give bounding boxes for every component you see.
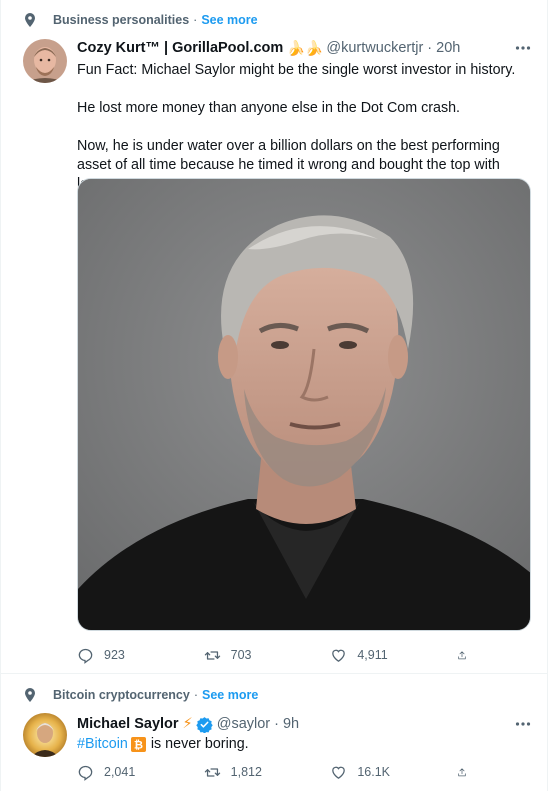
avatar[interactable] (23, 39, 67, 83)
reply-button[interactable]: 923 (77, 645, 187, 665)
see-more-link[interactable]: See more (201, 13, 257, 27)
lightning-icon: ⚡ (182, 716, 193, 732)
topic-name[interactable]: Bitcoin cryptocurrency (53, 688, 190, 702)
reply-count: 923 (104, 648, 125, 662)
topic-icon (25, 13, 35, 27)
author-name[interactable]: Cozy Kurt™ | GorillaPool.com (77, 40, 283, 56)
avatar[interactable] (23, 713, 67, 757)
svg-text:₿: ₿ (134, 739, 143, 752)
tweet-photo[interactable] (77, 178, 531, 631)
author-name[interactable]: Michael Saylor (77, 716, 179, 732)
like-button[interactable]: 4,911 (330, 645, 440, 665)
heart-icon (332, 766, 346, 779)
like-button[interactable]: 16.1K (330, 762, 440, 782)
tweet[interactable]: Business personalities · See more Cozy K… (1, 0, 547, 674)
like-count: 4,911 (357, 648, 388, 662)
topic-context: Business personalities · See more (25, 11, 258, 29)
separator: · (193, 688, 199, 702)
retweet-count: 703 (230, 648, 252, 662)
tweet-text: #Bitcoin ₿ is never boring. (77, 735, 531, 754)
topic-context: Bitcoin cryptocurrency · See more (25, 686, 258, 704)
tweet-text-rest: is never boring. (150, 736, 249, 752)
share-icon (458, 767, 466, 776)
reply-count: 2,041 (104, 765, 136, 779)
separator: · (427, 40, 433, 56)
tweet-actions: 923 703 4,911 (77, 645, 477, 665)
tweet-header: Michael Saylor ⚡ @saylor · 9h (77, 714, 533, 734)
more-options-icon[interactable] (513, 38, 533, 58)
tweet-time[interactable]: 9h (283, 716, 299, 732)
separator: · (193, 13, 198, 27)
retweet-button[interactable]: 703 (204, 645, 314, 665)
more-options-icon[interactable] (513, 714, 533, 734)
retweet-icon (204, 650, 220, 660)
verified-badge-icon (196, 716, 213, 733)
author-handle[interactable]: @kurtwuckertjr (326, 40, 423, 56)
tweet-text: Fun Fact: Michael Saylor might be the si… (77, 61, 531, 194)
hashtag-link[interactable]: #Bitcoin (77, 735, 128, 754)
topic-icon (25, 688, 35, 702)
retweet-icon (204, 767, 220, 777)
share-button[interactable] (457, 762, 477, 782)
tweet[interactable]: Bitcoin cryptocurrency · See more Michae… (1, 675, 547, 791)
portrait-photo (78, 179, 530, 630)
reply-button[interactable]: 2,041 (77, 762, 187, 782)
retweet-button[interactable]: 1,812 (204, 762, 314, 782)
share-icon (458, 650, 466, 659)
banana-icon: 🍌🍌 (287, 40, 324, 57)
heart-icon (332, 649, 346, 662)
bitcoin-icon: ₿ (130, 737, 146, 752)
like-count: 16.1K (357, 765, 390, 779)
retweet-count: 1,812 (230, 765, 262, 779)
reply-icon (78, 648, 93, 664)
share-button[interactable] (457, 645, 477, 665)
tweet-time[interactable]: 20h (436, 40, 460, 56)
tweet-header: Cozy Kurt™ | GorillaPool.com 🍌🍌 @kurtwuc… (77, 38, 533, 58)
timeline-feed: Business personalities · See more Cozy K… (0, 0, 548, 791)
tweet-paragraph: He lost more money than anyone else in t… (77, 100, 461, 116)
reply-icon (78, 765, 93, 781)
separator: · (274, 716, 279, 732)
author-handle[interactable]: @saylor (217, 716, 270, 732)
see-more-link[interactable]: See more (202, 688, 258, 702)
tweet-actions: 2,041 1,812 16.1K (77, 762, 477, 782)
tweet-paragraph: Fun Fact: Michael Saylor might be the si… (77, 62, 516, 78)
topic-name[interactable]: Business personalities (53, 13, 189, 27)
